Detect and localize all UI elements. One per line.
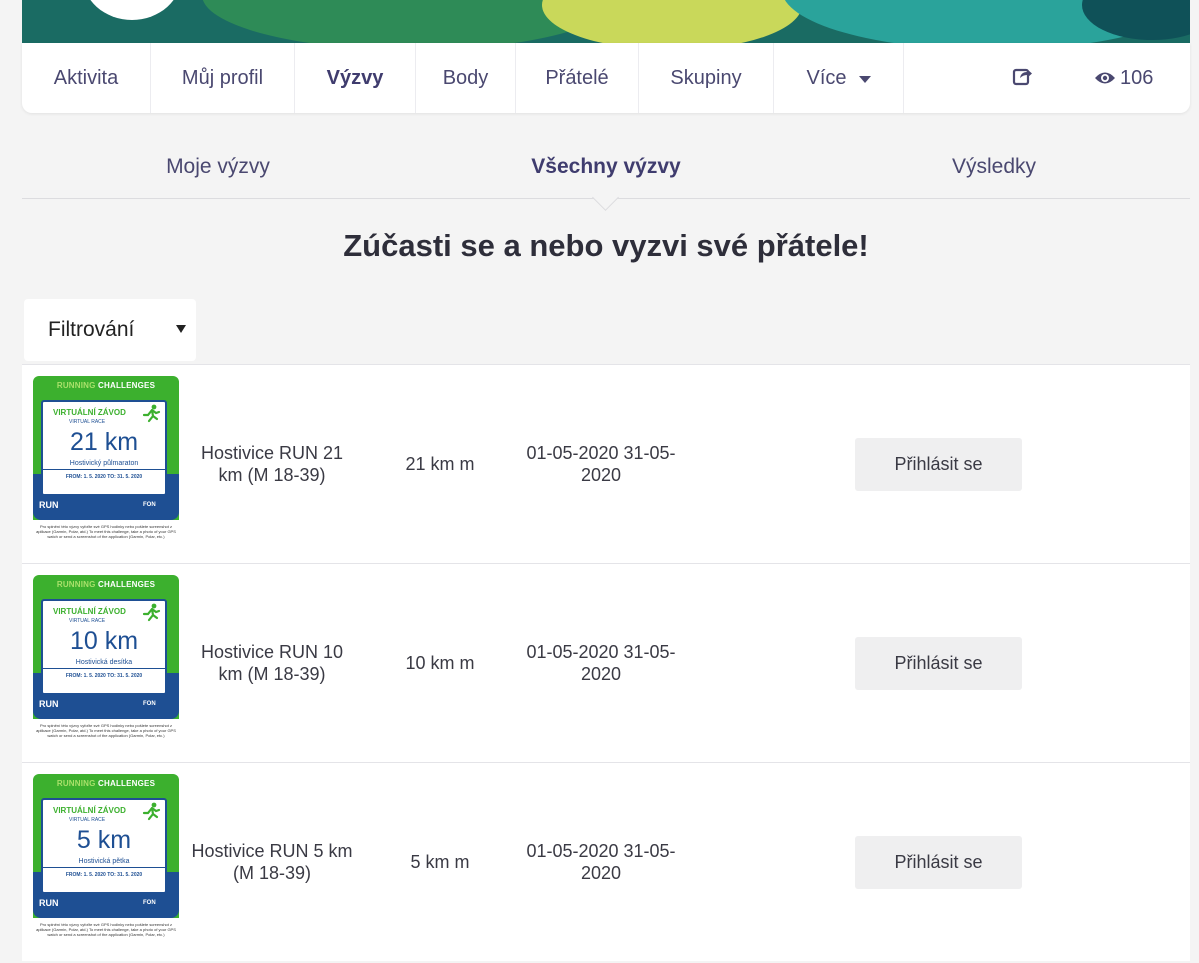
runner-icon — [142, 404, 161, 423]
thumbnail-header-a: RUNNING — [56, 381, 96, 390]
nav-item-pratele[interactable]: Přátelé — [516, 43, 639, 113]
challenge-name: Hostivice RUN 5 km (M 18-39) — [191, 841, 353, 883]
thumbnail-fine-print: Pro splnění této výzvy vyfoťte své GPS h… — [36, 723, 176, 738]
thumbnail-virtual-sub: VIRTUAL RACE — [69, 817, 106, 823]
runner-icon — [142, 802, 161, 821]
thumbnail-header-b: CHALLENGES — [98, 580, 156, 589]
challenge-thumbnail[interactable]: RUNNING CHALLENGES VIRTUÁLNÍ ZÁVOD VIRTU… — [33, 376, 179, 554]
challenge-thumbnail[interactable]: RUNNING CHALLENGES VIRTUÁLNÍ ZÁVOD VIRTU… — [33, 774, 179, 952]
filter-dropdown[interactable]: Filtrování — [24, 299, 196, 361]
partner-logo: FON — [143, 900, 156, 906]
thumbnail-subtitle: Hostivická desítka — [43, 659, 165, 669]
thumbnail-fine-print: Pro splnění této výzvy vyfoťte své GPS h… — [36, 524, 176, 539]
thumbnail-header: RUNNING CHALLENGES — [33, 779, 179, 788]
thumbnail-virtual-sub: VIRTUAL RACE — [69, 419, 106, 425]
challenge-row: RUNNING CHALLENGES VIRTUÁLNÍ ZÁVOD VIRTU… — [22, 364, 1190, 563]
thumbnail-virtual-label: VIRTUÁLNÍ ZÁVOD — [53, 806, 126, 815]
join-challenge-button[interactable]: Přihlásit se — [855, 836, 1022, 889]
nav-item-body[interactable]: Body — [416, 43, 516, 113]
thumbnail-virtual-label: VIRTUÁLNÍ ZÁVOD — [53, 408, 126, 417]
thumbnail-header-b: CHALLENGES — [98, 779, 156, 788]
share-icon[interactable] — [1012, 65, 1034, 87]
thumbnail-fine-print: Pro splnění této výzvy vyfoťte své GPS h… — [36, 922, 176, 937]
view-count: 106 — [1094, 43, 1153, 113]
join-challenge-button[interactable]: Přihlásit se — [855, 438, 1022, 491]
challenge-distance: 10 km m — [405, 652, 475, 673]
thumbnail-card: VIRTUÁLNÍ ZÁVOD VIRTUAL RACE 21 km Hosti… — [41, 400, 167, 496]
challenge-distance: 5 km m — [410, 851, 470, 872]
challenge-row: RUNNING CHALLENGES VIRTUÁLNÍ ZÁVOD VIRTU… — [22, 563, 1190, 762]
thumbnail-header: RUNNING CHALLENGES — [33, 580, 179, 589]
thumbnail-virtual-sub: VIRTUAL RACE — [69, 618, 106, 624]
avatar — [82, 0, 182, 20]
page-title: Zúčasti se a nebo vyzvi své přátele! — [343, 228, 869, 263]
thumbnail-header-b: CHALLENGES — [98, 381, 156, 390]
runner-icon — [142, 603, 161, 622]
profile-nav-bar: Aktivita Můj profil Výzvy Body Přátelé S… — [22, 43, 1190, 113]
challenge-distance: 21 km m — [405, 453, 475, 474]
nav-item-aktivita[interactable]: Aktivita — [22, 43, 151, 113]
view-count-value: 106 — [1120, 66, 1154, 89]
filter-label: Filtrování — [48, 318, 135, 341]
challenge-dates: 01-05-2020 31-05-2020 — [526, 642, 676, 684]
thumbnail-distance: 5 km — [76, 826, 132, 854]
thumbnail-virtual-label: VIRTUÁLNÍ ZÁVOD — [53, 607, 126, 616]
tab-moje-vyzvy[interactable]: Moje výzvy — [118, 140, 318, 194]
nav-item-vyzvy[interactable]: Výzvy — [295, 43, 416, 113]
challenge-name: Hostivice RUN 10 km (M 18-39) — [200, 642, 344, 684]
join-challenge-button[interactable]: Přihlásit se — [855, 637, 1022, 690]
thumbnail-header: RUNNING CHALLENGES — [33, 381, 179, 390]
eye-icon — [1095, 72, 1115, 84]
challenge-name: Hostivice RUN 21 km (M 18-39) — [200, 443, 344, 485]
nav-item-muj-profil[interactable]: Můj profil — [151, 43, 295, 113]
caret-down-icon — [176, 325, 186, 333]
challenge-thumbnail[interactable]: RUNNING CHALLENGES VIRTUÁLNÍ ZÁVOD VIRTU… — [33, 575, 179, 753]
profile-cover-banner — [22, 0, 1190, 48]
thumbnail-subtitle: Hostivický půlmaraton — [43, 460, 165, 470]
partner-logo: FON — [143, 502, 156, 508]
nav-item-vice[interactable]: Více — [774, 43, 904, 113]
chevron-down-icon — [858, 75, 871, 83]
challenge-dates: 01-05-2020 31-05-2020 — [526, 443, 676, 485]
thumbnail-header-a: RUNNING — [56, 779, 96, 788]
thumbnail-dates: FROM: 1. 5. 2020 TO: 31. 5. 2020 — [65, 474, 143, 480]
challenge-dates: 01-05-2020 31-05-2020 — [526, 841, 676, 883]
thumbnail-card: VIRTUÁLNÍ ZÁVOD VIRTUAL RACE 10 km Hosti… — [41, 599, 167, 695]
thumbnail-dates: FROM: 1. 5. 2020 TO: 31. 5. 2020 — [65, 673, 143, 679]
thumbnail-distance: 10 km — [69, 627, 139, 655]
partner-logo: FON — [143, 701, 156, 707]
thumbnail-distance: 21 km — [69, 428, 139, 456]
nav-item-skupiny[interactable]: Skupiny — [639, 43, 774, 113]
thumbnail-card: VIRTUÁLNÍ ZÁVOD VIRTUAL RACE 5 km Hostiv… — [41, 798, 167, 894]
run-logo: RUN — [39, 500, 59, 510]
run-logo: RUN — [39, 699, 59, 709]
challenge-subtabs: Moje výzvy Všechny výzvy Výsledky — [22, 140, 1190, 211]
thumbnail-dates: FROM: 1. 5. 2020 TO: 31. 5. 2020 — [65, 872, 143, 878]
challenge-row: RUNNING CHALLENGES VIRTUÁLNÍ ZÁVOD VIRTU… — [22, 762, 1190, 961]
nav-item-vice-label: Více — [806, 66, 847, 89]
thumbnail-header-a: RUNNING — [56, 580, 96, 589]
run-logo: RUN — [39, 898, 59, 908]
thumbnail-subtitle: Hostivická pětka — [43, 858, 165, 868]
tab-vysledky[interactable]: Výsledky — [894, 140, 1094, 194]
